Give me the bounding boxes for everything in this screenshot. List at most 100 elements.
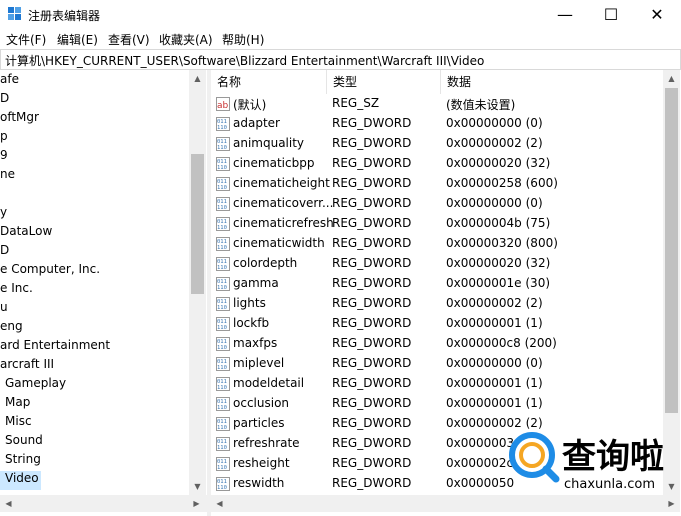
tree-vertical-scrollbar[interactable]: ▲ ▼ [189, 70, 206, 495]
value-type: REG_DWORD [332, 316, 412, 330]
scroll-up-arrow-icon[interactable]: ▲ [663, 70, 680, 87]
value-name: miplevel [233, 356, 285, 370]
svg-text:110: 110 [217, 125, 227, 131]
maximize-button[interactable]: ☐ [588, 0, 634, 30]
table-row[interactable]: 011 110 occlusion REG_DWORD 0x00000001 (1) [211, 394, 663, 414]
value-data: 0x00000000 (0) [446, 116, 543, 130]
svg-text:110: 110 [217, 185, 227, 191]
tree-item[interactable]: ard Entertainment [0, 338, 110, 357]
table-row[interactable]: 011 110 gamma REG_DWORD 0x0000001e (30) [211, 274, 663, 294]
menu-help[interactable]: 帮助(H) [222, 31, 264, 48]
table-row[interactable]: 011 110 cinematicbpp REG_DWORD 0x00000020 (3… [211, 154, 663, 174]
close-button[interactable]: ✕ [634, 0, 680, 30]
column-header-name[interactable]: 名称 [211, 70, 327, 94]
tree-item[interactable]: Sound [5, 433, 43, 452]
dword-value-icon: 011110 [216, 137, 230, 151]
tree-item[interactable]: e Computer, Inc. [0, 262, 100, 281]
tree-item[interactable]: eng [0, 319, 23, 338]
menu-edit[interactable]: 编辑(E) [57, 31, 98, 48]
table-row[interactable]: 011 110 cinematicrefresh REG_DWORD 0x0000004… [211, 214, 663, 234]
dword-value-icon: 011110 [216, 477, 230, 491]
table-row[interactable]: 011 110 animquality REG_DWORD 0x00000002 (2) [211, 134, 663, 154]
table-row[interactable]: 011 110 miplevel REG_DWORD 0x00000000 (0) [211, 354, 663, 374]
tree-item[interactable]: DataLow [0, 224, 52, 243]
tree-item[interactable]: D [0, 91, 9, 110]
table-row[interactable]: ab (默认) REG_SZ (数值未设置) [211, 94, 663, 114]
tree-item[interactable]: Gameplay [5, 376, 66, 395]
table-row[interactable]: 011 110 lights REG_DWORD 0x00000002 (2) [211, 294, 663, 314]
table-row[interactable]: 011 110 colordepth REG_DWORD 0x00000020 (32) [211, 254, 663, 274]
dword-value-icon: 011110 [216, 157, 230, 171]
tree-item[interactable]: Map [5, 395, 30, 414]
menu-favorites[interactable]: 收藏夹(A) [159, 31, 213, 48]
value-data: 0x0000001e (30) [446, 276, 551, 290]
column-header-type[interactable]: 类型 [327, 70, 441, 94]
value-name: maxfps [233, 336, 278, 350]
dword-value-icon: 011110 [216, 237, 230, 251]
column-header-data[interactable]: 数据 [441, 70, 663, 94]
dword-value-icon: 011110 [216, 457, 230, 471]
value-name: occlusion [233, 396, 290, 410]
dword-value-icon: 011110 [216, 217, 230, 231]
tree-item[interactable]: String [5, 452, 41, 471]
tree-item[interactable]: y [0, 205, 7, 224]
table-row[interactable]: 011 110 cinematicoverr... REG_DWORD 0x000000… [211, 194, 663, 214]
dword-value-icon: 011110 [216, 437, 230, 451]
svg-text:110: 110 [217, 445, 227, 451]
address-path[interactable]: 计算机\HKEY_CURRENT_USER\Software\Blizzard … [5, 52, 484, 69]
tree-item[interactable]: afe [0, 72, 19, 91]
svg-text:110: 110 [217, 225, 227, 231]
tree-item[interactable]: oftMgr [0, 110, 39, 129]
value-name: resheight [233, 456, 290, 470]
value-data: 0x00000020 (32) [446, 156, 551, 170]
tree-item[interactable]: Misc [5, 414, 32, 433]
table-row[interactable]: 011 110 maxfps REG_DWORD 0x000000c8 (200) [211, 334, 663, 354]
address-bar[interactable]: 计算机\HKEY_CURRENT_USER\Software\Blizzard … [0, 49, 681, 70]
value-type: REG_DWORD [332, 376, 412, 390]
scroll-left-arrow-icon[interactable]: ◀ [0, 495, 17, 512]
tree-item[interactable]: 9 [0, 148, 8, 167]
svg-text:110: 110 [217, 405, 227, 411]
scrollbar-thumb[interactable] [191, 154, 204, 294]
value-data: 0x00000001 (1) [446, 316, 543, 330]
dword-value-icon: 011110 [216, 277, 230, 291]
scroll-left-arrow-icon[interactable]: ◀ [211, 495, 228, 512]
value-data: 0x0000004b (75) [446, 216, 551, 230]
value-type: REG_DWORD [332, 356, 412, 370]
tree-item[interactable]: arcraft III [0, 357, 54, 376]
dword-value-icon: 011110 [216, 257, 230, 271]
svg-text:ab: ab [217, 101, 229, 111]
tree-item[interactable]: p [0, 129, 8, 148]
scrollbar-thumb[interactable] [665, 88, 678, 413]
table-row[interactable]: 011 110 modeldetail REG_DWORD 0x00000001 (1) [211, 374, 663, 394]
value-name: particles [233, 416, 285, 430]
table-row[interactable]: 011 110 lockfb REG_DWORD 0x00000001 (1) [211, 314, 663, 334]
scroll-down-arrow-icon[interactable]: ▼ [189, 478, 206, 495]
tree-item[interactable]: D [0, 243, 9, 262]
table-row[interactable]: 011 110 cinematicheight REG_DWORD 0x00000258… [211, 174, 663, 194]
value-type: REG_DWORD [332, 176, 412, 190]
minimize-button[interactable]: — [542, 0, 588, 30]
scroll-up-arrow-icon[interactable]: ▲ [189, 70, 206, 87]
table-row[interactable]: 011 110 cinematicwidth REG_DWORD 0x00000320 … [211, 234, 663, 254]
menu-file[interactable]: 文件(F) [6, 31, 46, 48]
dword-value-icon: 011110 [216, 117, 230, 131]
value-name: (默认) [233, 98, 267, 112]
tree-item[interactable]: e Inc. [0, 281, 33, 300]
tree-item[interactable]: ne [0, 167, 15, 186]
scroll-right-arrow-icon[interactable]: ▶ [188, 495, 205, 512]
key-tree[interactable]: afe D oftMgr p 9 ne y DataLow D e Comput… [0, 70, 207, 495]
table-row[interactable]: 011 110 adapter REG_DWORD 0x00000000 (0) [211, 114, 663, 134]
watermark-logo: 查询啦 chaxunla.com [506, 425, 676, 500]
tree-horizontal-scrollbar[interactable]: ◀ ▶ [0, 495, 207, 512]
watermark-title: 查询啦 [562, 437, 664, 477]
dword-value-icon: 011110 [216, 197, 230, 211]
value-name: cinematicwidth [233, 236, 325, 250]
tree-item-video-selected[interactable]: Video [0, 471, 41, 490]
svg-text:110: 110 [217, 485, 227, 491]
value-type: REG_DWORD [332, 396, 412, 410]
menu-view[interactable]: 查看(V) [108, 31, 150, 48]
menu-bar: 文件(F) 编辑(E) 查看(V) 收藏夹(A) 帮助(H) [0, 30, 681, 48]
value-data: 0x00000000 (0) [446, 196, 543, 210]
tree-item[interactable]: u [0, 300, 8, 319]
